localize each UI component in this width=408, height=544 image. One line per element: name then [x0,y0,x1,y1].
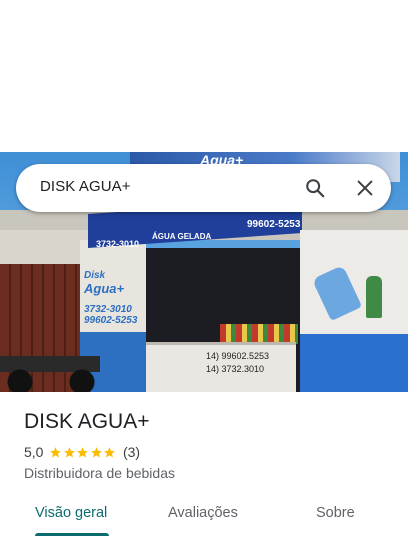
pillar-text-line: Disk [84,270,106,281]
pillar-text-line: Agua+ [84,281,125,296]
search-bar[interactable]: DISK AGUA+ [16,164,391,212]
awning-mobile: 99602-5253 [247,219,301,230]
motorcycle [0,338,100,392]
freezer-text-line: 14) 99602.5253 [206,351,270,361]
freezer-label: 14) 99602.5253 14) 3732.3010 [206,350,269,376]
search-icon[interactable] [304,177,326,199]
star-icon [77,446,89,457]
star-icon [64,446,75,457]
star-icon [50,446,62,457]
tab-reviews[interactable]: Avaliações [168,505,238,521]
place-title: DISK AGUA+ [24,410,150,433]
review-count[interactable]: (3) [123,444,140,460]
rating-row[interactable]: 5,0 (3) [24,444,140,460]
freezer-text-line: 14) 3732.3010 [206,364,265,374]
star-rating [49,446,117,459]
pillar-logo: Disk Agua+ 3732-3010 99602-5253 [84,270,142,340]
pillar-text-line: 3732-3010 [84,304,132,315]
star-icon [104,446,116,457]
place-category[interactable]: Distribuidora de bebidas [24,465,175,481]
search-query-text[interactable]: DISK AGUA+ [40,178,131,195]
right-wall-blue-base [300,334,408,392]
tab-about[interactable]: Sobre [316,505,355,521]
active-tab-indicator [35,533,109,536]
tab-overview[interactable]: Visão geral [35,505,107,521]
awning-phone: 3732-3010 [96,239,140,249]
place-tabs: Visão geral Avaliações Sobre [0,496,408,544]
close-icon[interactable] [354,177,376,199]
pillar-text-line: 99602-5253 [84,315,138,326]
top-blank-area [0,0,408,152]
bottle-mural [366,276,382,318]
star-icon [91,446,102,457]
drinks-shelf [220,324,298,344]
rating-value: 5,0 [24,444,44,460]
awning-label: ÁGUA GELADA [152,232,212,241]
